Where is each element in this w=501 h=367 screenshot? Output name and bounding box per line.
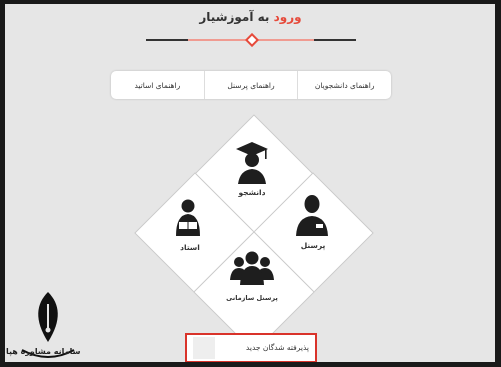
- tab-staff-guide[interactable]: راهنمای پرسنل: [203, 71, 298, 99]
- frame-top: [0, 0, 501, 4]
- tile-staff-label: پرسنل: [300, 241, 326, 250]
- new-accepted-thumbnail: [193, 337, 215, 359]
- frame-left: [0, 0, 5, 367]
- tile-student-label: دانشجو: [238, 188, 266, 197]
- tab-student-guide[interactable]: راهنمای دانشجویان: [297, 71, 391, 99]
- new-accepted-button[interactable]: پذیرفته شدگان جدید: [185, 333, 317, 363]
- title-divider: [146, 32, 356, 48]
- teacher-icon: [176, 199, 200, 236]
- graduate-icon: [236, 142, 268, 184]
- watermark-text: سامانه مشاوره هپا: [6, 347, 81, 356]
- frame-right: [495, 0, 501, 367]
- employee-icon: [296, 195, 328, 236]
- tab-professor-guide[interactable]: راهنمای اساتید: [111, 71, 204, 99]
- page-title: ورود به آموزشیار: [0, 10, 501, 24]
- group-icon: [230, 251, 274, 285]
- tile-organization-staff-label: پرسنل سازمانی: [226, 294, 278, 302]
- frame-bottom: [0, 362, 501, 367]
- tile-professor-label: استاد: [180, 243, 200, 252]
- title-text: به آموزشیار: [199, 10, 274, 24]
- title-accent: ورود: [273, 10, 302, 24]
- guide-tabs: راهنمای دانشجویان راهنمای پرسنل راهنمای …: [111, 71, 391, 99]
- new-accepted-label: پذیرفته شدگان جدید: [245, 343, 309, 352]
- login-page: ورود به آموزشیار راهنمای دانشجویان راهنم…: [0, 0, 501, 367]
- divider-diamond-icon: [244, 32, 260, 48]
